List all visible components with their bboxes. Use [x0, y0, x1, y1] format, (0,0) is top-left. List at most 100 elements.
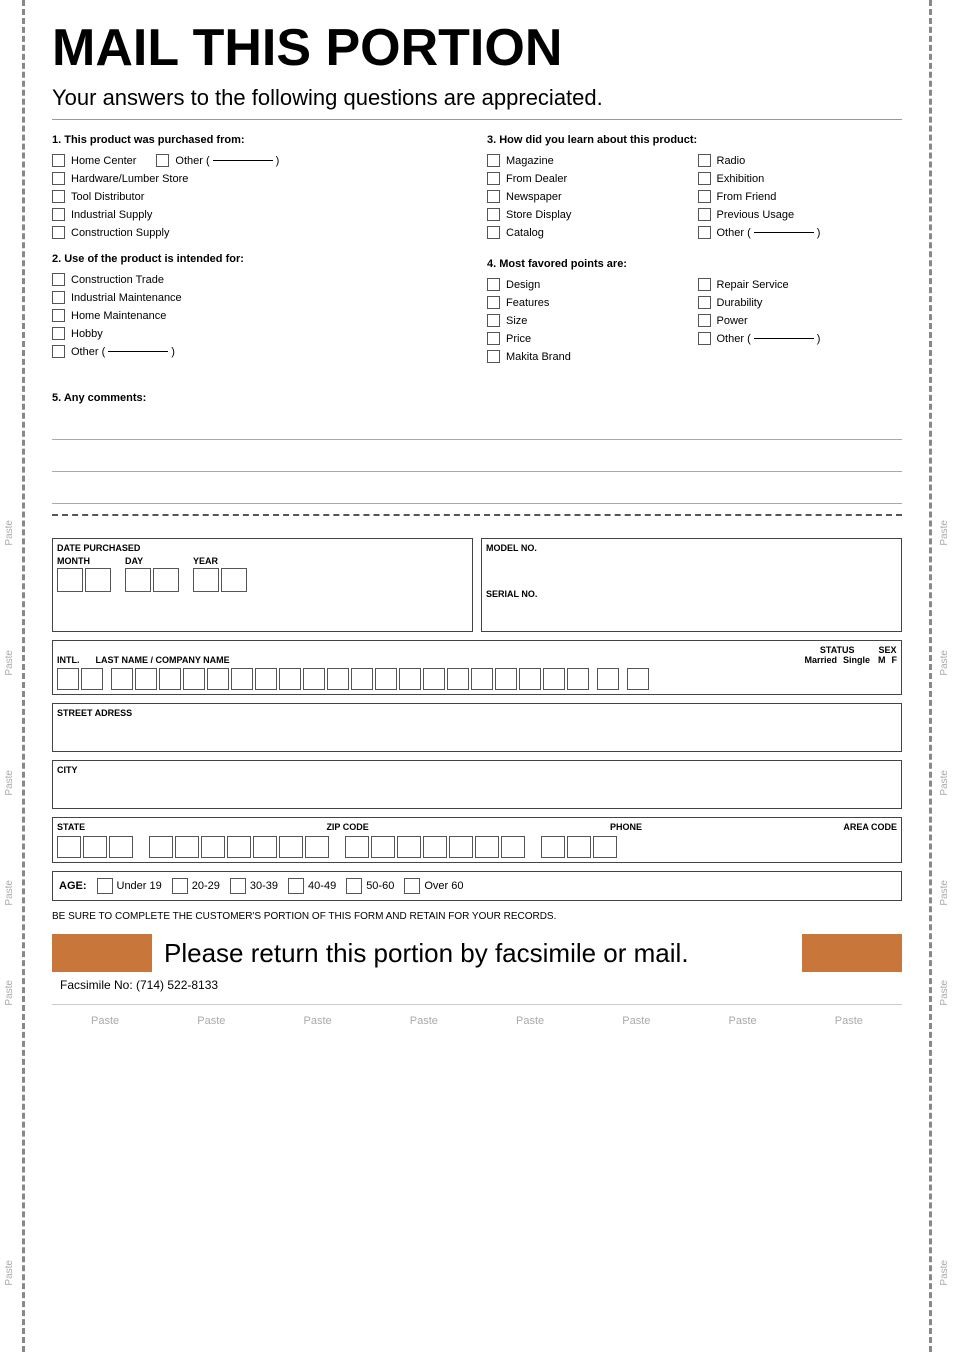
- area-box-2[interactable]: [567, 836, 591, 858]
- name-box-11[interactable]: [351, 668, 373, 690]
- zip-label: ZIP CODE: [326, 822, 368, 832]
- q4-checkbox-5[interactable]: [487, 350, 500, 363]
- year-box-2[interactable]: [221, 568, 247, 592]
- q1-checkbox-4[interactable]: [52, 208, 65, 221]
- day-box-1[interactable]: [125, 568, 151, 592]
- q4-checkbox-4[interactable]: [487, 332, 500, 345]
- name-box-2[interactable]: [135, 668, 157, 690]
- name-box-8[interactable]: [279, 668, 301, 690]
- age-option-3: 30-39: [250, 880, 278, 892]
- name-box-18[interactable]: [519, 668, 541, 690]
- age-checkbox-5[interactable]: [346, 878, 362, 894]
- orange-block-right: [802, 934, 902, 972]
- day-box-2[interactable]: [153, 568, 179, 592]
- month-box-2[interactable]: [85, 568, 111, 592]
- name-box-5[interactable]: [207, 668, 229, 690]
- phone-box-4[interactable]: [423, 836, 447, 858]
- q3-checkbox-5[interactable]: [487, 226, 500, 239]
- q3-other-checkbox[interactable]: [698, 226, 711, 239]
- q4-checkbox-8[interactable]: [698, 314, 711, 327]
- name-box-12[interactable]: [375, 668, 397, 690]
- zip-box-3[interactable]: [201, 836, 225, 858]
- name-box-13[interactable]: [399, 668, 421, 690]
- q4-checkbox-7[interactable]: [698, 296, 711, 309]
- month-label: MONTH: [57, 556, 111, 566]
- state-box-1[interactable]: [57, 836, 81, 858]
- m-label: M: [878, 655, 886, 665]
- year-box-1[interactable]: [193, 568, 219, 592]
- phone-box-7[interactable]: [501, 836, 525, 858]
- q1-checkbox-1[interactable]: [52, 154, 65, 167]
- name-box-3[interactable]: [159, 668, 181, 690]
- area-box-3[interactable]: [593, 836, 617, 858]
- q2-checkbox-1[interactable]: [52, 273, 65, 286]
- q1-checkbox-3[interactable]: [52, 190, 65, 203]
- q3-checkbox-9[interactable]: [698, 208, 711, 221]
- age-checkbox-6[interactable]: [404, 878, 420, 894]
- q3-checkbox-2[interactable]: [487, 172, 500, 185]
- q2-other-checkbox[interactable]: [52, 345, 65, 358]
- name-box-9[interactable]: [303, 668, 325, 690]
- zip-box-6[interactable]: [279, 836, 303, 858]
- state-box-2[interactable]: [83, 836, 107, 858]
- q2-checkbox-2[interactable]: [52, 291, 65, 304]
- q1-other-checkbox[interactable]: [156, 154, 169, 167]
- name-box-4[interactable]: [183, 668, 205, 690]
- q3-checkbox-6[interactable]: [698, 154, 711, 167]
- name-box-1[interactable]: [111, 668, 133, 690]
- q4-item-8: Power: [698, 314, 903, 327]
- q2-checkbox-3[interactable]: [52, 309, 65, 322]
- q2-item-4: Hobby: [52, 327, 467, 340]
- area-box-1[interactable]: [541, 836, 565, 858]
- phone-box-5[interactable]: [449, 836, 473, 858]
- name-box-intl2[interactable]: [81, 668, 103, 690]
- paste-bottom-4: Paste: [410, 1015, 438, 1027]
- intl-label: INTL.: [57, 655, 80, 665]
- q4-checkbox-6[interactable]: [698, 278, 711, 291]
- name-box-status1[interactable]: [543, 668, 565, 690]
- q3-item-9: Previous Usage: [698, 208, 903, 221]
- age-checkbox-1[interactable]: [97, 878, 113, 894]
- zip-box-2[interactable]: [175, 836, 199, 858]
- name-box-intl[interactable]: [57, 668, 79, 690]
- age-checkbox-3[interactable]: [230, 878, 246, 894]
- q1-checkbox-5[interactable]: [52, 226, 65, 239]
- age-checkbox-4[interactable]: [288, 878, 304, 894]
- phone-box-1[interactable]: [345, 836, 369, 858]
- phone-box-6[interactable]: [475, 836, 499, 858]
- zip-box-4[interactable]: [227, 836, 251, 858]
- q4-other-checkbox[interactable]: [698, 332, 711, 345]
- q4-checkbox-3[interactable]: [487, 314, 500, 327]
- q3-checkbox-4[interactable]: [487, 208, 500, 221]
- name-box-6[interactable]: [231, 668, 253, 690]
- q4-checkbox-1[interactable]: [487, 278, 500, 291]
- paste-left-2: Paste: [4, 650, 15, 676]
- sex-box-f[interactable]: [627, 668, 649, 690]
- q3-checkbox-8[interactable]: [698, 190, 711, 203]
- section1-header: 1. This product was purchased from:: [52, 134, 467, 146]
- name-box-10[interactable]: [327, 668, 349, 690]
- q1-checkbox-2[interactable]: [52, 172, 65, 185]
- name-box-15[interactable]: [447, 668, 469, 690]
- phone-box-3[interactable]: [397, 836, 421, 858]
- zip-box-7[interactable]: [305, 836, 329, 858]
- sex-box-m[interactable]: [597, 668, 619, 690]
- q3-checkbox-3[interactable]: [487, 190, 500, 203]
- paste-right-3: Paste: [939, 770, 950, 796]
- zip-box-1[interactable]: [149, 836, 173, 858]
- name-box-14[interactable]: [423, 668, 445, 690]
- name-box-7[interactable]: [255, 668, 277, 690]
- q2-checkbox-4[interactable]: [52, 327, 65, 340]
- name-box-17[interactable]: [495, 668, 517, 690]
- q3-checkbox-7[interactable]: [698, 172, 711, 185]
- q4-item-9: Other ( ): [698, 332, 903, 345]
- name-box-status2[interactable]: [567, 668, 589, 690]
- zip-box-5[interactable]: [253, 836, 277, 858]
- q3-checkbox-1[interactable]: [487, 154, 500, 167]
- month-box-1[interactable]: [57, 568, 83, 592]
- q4-checkbox-2[interactable]: [487, 296, 500, 309]
- phone-box-2[interactable]: [371, 836, 395, 858]
- age-checkbox-2[interactable]: [172, 878, 188, 894]
- name-box-16[interactable]: [471, 668, 493, 690]
- state-box-3[interactable]: [109, 836, 133, 858]
